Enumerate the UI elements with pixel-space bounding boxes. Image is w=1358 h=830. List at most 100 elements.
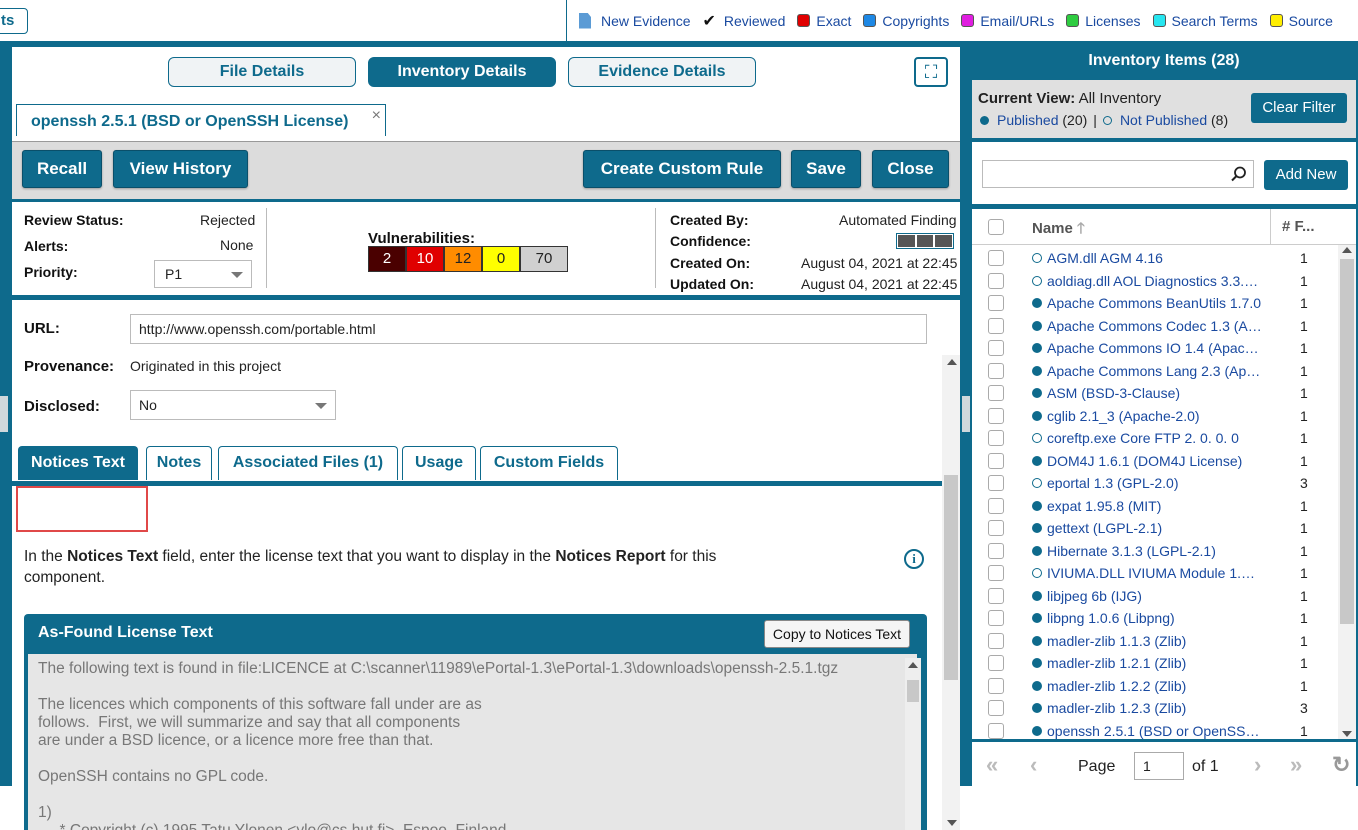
list-item[interactable]: IVIUMA.DLL IVIUMA Module 1.0.0.1 1 bbox=[972, 562, 1338, 585]
row-checkbox[interactable] bbox=[988, 250, 1004, 266]
row-checkbox[interactable] bbox=[988, 542, 1004, 559]
name-column-header[interactable]: Name 🡑 bbox=[1032, 218, 1085, 243]
row-checkbox[interactable] bbox=[988, 317, 1004, 334]
collapse-handle-left[interactable] bbox=[0, 396, 8, 432]
inventory-details-tab[interactable]: Inventory Details bbox=[368, 57, 556, 87]
row-checkbox[interactable] bbox=[988, 407, 1004, 424]
item-name-link[interactable]: eportal 1.3 (GPL-2.0) bbox=[1047, 475, 1262, 491]
list-item[interactable]: Hibernate 3.1.3 (LGPL-2.1) 1 bbox=[972, 540, 1338, 563]
scroll-thumb[interactable] bbox=[944, 475, 958, 680]
search-icon[interactable] bbox=[1231, 166, 1247, 182]
list-item[interactable]: madler-zlib 1.2.3 (Zlib) 3 bbox=[972, 697, 1338, 720]
row-checkbox[interactable] bbox=[988, 565, 1004, 581]
row-checkbox[interactable] bbox=[988, 677, 1004, 694]
scroll-up-icon[interactable] bbox=[1342, 247, 1352, 253]
copy-to-notices-button[interactable]: Copy to Notices Text bbox=[764, 620, 910, 648]
row-checkbox[interactable] bbox=[988, 655, 1004, 671]
scroll-thumb[interactable] bbox=[1340, 259, 1354, 624]
search-input[interactable] bbox=[982, 160, 1254, 188]
row-checkbox[interactable] bbox=[988, 497, 1004, 514]
list-item[interactable]: Apache Commons IO 1.4 (Apache-2.0) 1 bbox=[972, 337, 1338, 360]
row-checkbox[interactable] bbox=[988, 520, 1004, 536]
collapse-handle-right[interactable] bbox=[962, 396, 970, 432]
row-checkbox[interactable] bbox=[988, 452, 1004, 469]
refresh-icon[interactable]: ↻ bbox=[1332, 752, 1350, 778]
priority-select[interactable]: P1 bbox=[154, 260, 252, 288]
scroll-thumb[interactable] bbox=[907, 680, 919, 702]
evidence-details-tab[interactable]: Evidence Details bbox=[568, 57, 756, 87]
published-filter-link[interactable]: Published bbox=[997, 112, 1059, 128]
page-input[interactable]: 1 bbox=[1134, 752, 1184, 780]
item-name-link[interactable]: Apache Commons Lang 2.3 (Apache-2.0) bbox=[1047, 363, 1262, 379]
save-button[interactable]: Save bbox=[791, 150, 861, 188]
item-name-link[interactable]: expat 1.95.8 (MIT) bbox=[1047, 498, 1262, 514]
item-name-link[interactable]: Apache Commons Codec 1.3 (Apache-2.0) bbox=[1047, 318, 1262, 334]
row-checkbox[interactable] bbox=[988, 430, 1004, 446]
disclosed-select[interactable]: No bbox=[130, 390, 336, 420]
last-page-icon[interactable]: » bbox=[1290, 752, 1302, 778]
item-name-link[interactable]: Apache Commons IO 1.4 (Apache-2.0) bbox=[1047, 340, 1262, 356]
expand-icon[interactable]: ⛶ bbox=[914, 57, 948, 87]
scroll-up-icon[interactable] bbox=[908, 662, 918, 668]
not-published-filter-link[interactable]: Not Published bbox=[1120, 112, 1207, 128]
tab-associated-files[interactable]: Associated Files (1) bbox=[218, 446, 398, 480]
item-name-link[interactable]: libjpeg 6b (IJG) bbox=[1047, 588, 1262, 604]
row-checkbox[interactable] bbox=[988, 632, 1004, 649]
collapsed-tab-button[interactable]: ts bbox=[0, 8, 28, 34]
item-name-link[interactable]: openssh 2.5.1 (BSD or OpenSSH License) bbox=[1047, 723, 1262, 739]
next-page-icon[interactable]: › bbox=[1254, 752, 1261, 778]
row-checkbox[interactable] bbox=[988, 362, 1004, 379]
row-checkbox[interactable] bbox=[988, 272, 1004, 289]
item-name-link[interactable]: gettext (LGPL-2.1) bbox=[1047, 520, 1262, 536]
list-item[interactable]: coreftp.exe Core FTP 2. 0. 0. 0 1 bbox=[972, 427, 1338, 450]
item-name-link[interactable]: Hibernate 3.1.3 (LGPL-2.1) bbox=[1047, 543, 1262, 559]
list-item[interactable]: DOM4J 1.6.1 (DOM4J License) 1 bbox=[972, 450, 1338, 473]
scroll-down-icon[interactable] bbox=[947, 820, 957, 826]
item-name-link[interactable]: ASM (BSD-3-Clause) bbox=[1047, 385, 1262, 401]
item-name-link[interactable]: madler-zlib 1.2.2 (Zlib) bbox=[1047, 678, 1262, 694]
list-item[interactable]: Apache Commons BeanUtils 1.7.0 1 bbox=[972, 292, 1338, 315]
close-icon[interactable]: × bbox=[372, 107, 381, 125]
list-item[interactable]: eportal 1.3 (GPL-2.0) 3 bbox=[972, 472, 1338, 495]
first-page-icon[interactable]: « bbox=[986, 752, 998, 778]
license-scrollbar[interactable] bbox=[905, 658, 921, 830]
list-item[interactable]: Apache Commons Codec 1.3 (Apache-2.0) 1 bbox=[972, 315, 1338, 338]
row-checkbox[interactable] bbox=[988, 385, 1004, 401]
add-new-button[interactable]: Add New bbox=[1264, 160, 1348, 190]
list-item[interactable]: madler-zlib 1.2.1 (Zlib) 1 bbox=[972, 652, 1338, 675]
item-name-link[interactable]: Apache Commons BeanUtils 1.7.0 bbox=[1047, 295, 1262, 311]
row-checkbox[interactable] bbox=[988, 722, 1004, 739]
tab-custom-fields[interactable]: Custom Fields bbox=[480, 446, 618, 480]
prev-page-icon[interactable]: ‹ bbox=[1030, 752, 1037, 778]
file-details-tab[interactable]: File Details bbox=[168, 57, 356, 87]
url-field[interactable]: http://www.openssh.com/portable.html bbox=[130, 314, 927, 344]
scroll-down-icon[interactable] bbox=[1342, 731, 1352, 737]
row-checkbox[interactable] bbox=[988, 475, 1004, 491]
list-item[interactable]: libjpeg 6b (IJG) 1 bbox=[972, 585, 1338, 608]
scroll-up-icon[interactable] bbox=[947, 359, 957, 365]
item-name-link[interactable]: madler-zlib 1.2.3 (Zlib) bbox=[1047, 700, 1262, 716]
files-column-header[interactable]: # F... bbox=[1282, 218, 1315, 235]
list-item[interactable]: cglib 2.1_3 (Apache-2.0) 1 bbox=[972, 405, 1338, 428]
details-scrollbar[interactable] bbox=[942, 355, 960, 830]
list-item[interactable]: ASM (BSD-3-Clause) 1 bbox=[972, 382, 1338, 405]
license-text-area[interactable]: The following text is found in file:LICE… bbox=[28, 654, 917, 830]
tab-notes[interactable]: Notes bbox=[146, 446, 212, 480]
list-scrollbar[interactable] bbox=[1338, 245, 1356, 739]
list-item[interactable]: libpng 1.0.6 (Libpng) 1 bbox=[972, 607, 1338, 630]
item-name-link[interactable]: libpng 1.0.6 (Libpng) bbox=[1047, 610, 1262, 626]
list-item[interactable]: madler-zlib 1.2.2 (Zlib) 1 bbox=[972, 675, 1338, 698]
item-name-link[interactable]: madler-zlib 1.1.3 (Zlib) bbox=[1047, 633, 1262, 649]
row-checkbox[interactable] bbox=[988, 587, 1004, 604]
view-history-button[interactable]: View History bbox=[113, 150, 248, 188]
list-item[interactable]: expat 1.95.8 (MIT) 1 bbox=[972, 495, 1338, 518]
row-checkbox[interactable] bbox=[988, 700, 1004, 716]
row-checkbox[interactable] bbox=[988, 295, 1004, 311]
clear-filter-button[interactable]: Clear Filter bbox=[1251, 93, 1347, 123]
list-item[interactable]: Apache Commons Lang 2.3 (Apache-2.0) 1 bbox=[972, 360, 1338, 383]
item-name-link[interactable]: IVIUMA.DLL IVIUMA Module 1.0.0.1 bbox=[1047, 565, 1262, 581]
info-icon[interactable]: i bbox=[904, 549, 924, 569]
row-checkbox[interactable] bbox=[988, 610, 1004, 626]
item-name-link[interactable]: coreftp.exe Core FTP 2. 0. 0. 0 bbox=[1047, 430, 1262, 446]
item-name-link[interactable]: AGM.dll AGM 4.16 bbox=[1047, 250, 1262, 266]
